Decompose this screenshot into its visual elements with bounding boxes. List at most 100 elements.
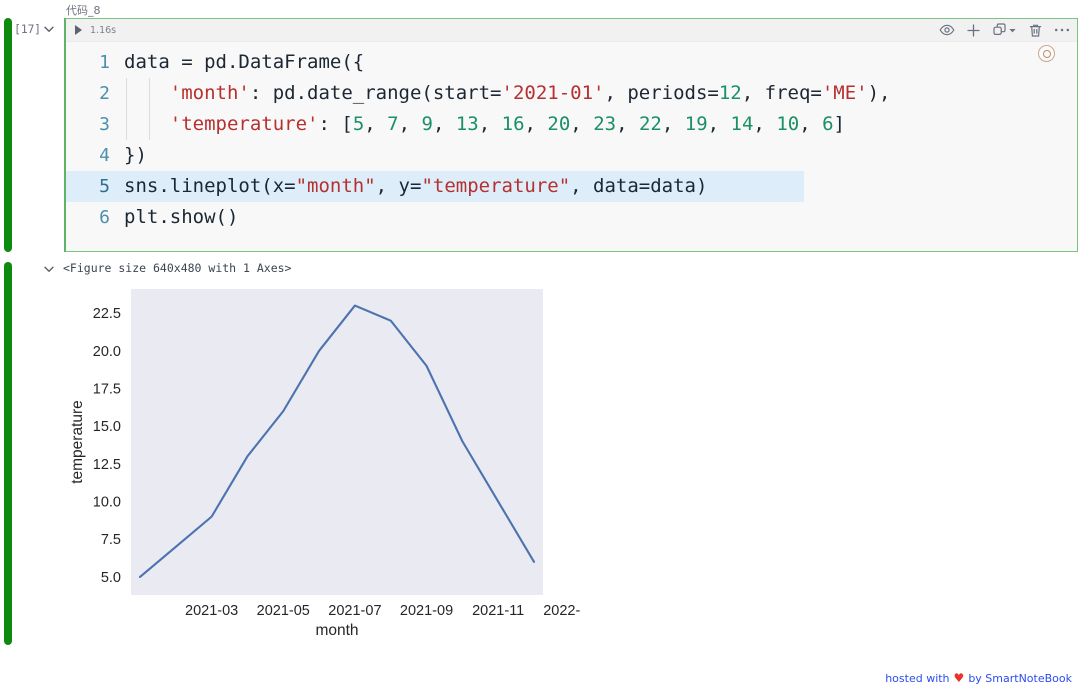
x-tick-label: 2021-11 — [472, 603, 524, 619]
code-token-num: 12 — [718, 82, 742, 104]
y-tick-label: 17.5 — [93, 381, 121, 397]
line-number: 4 — [99, 145, 110, 166]
indent-guide — [126, 78, 127, 109]
cell-toolbar — [939, 22, 1070, 38]
y-tick-label: 12.5 — [93, 457, 121, 473]
y-tick-label: 7.5 — [101, 532, 121, 548]
code-token-str: 'ME' — [821, 82, 868, 104]
code-line[interactable]: 4}) — [66, 140, 1077, 171]
line-number: 5 — [99, 176, 110, 197]
cell-input-rail — [4, 18, 12, 252]
code-token-plain: , freq= — [741, 82, 822, 104]
cell-runtime: 1.16s — [90, 25, 117, 36]
code-token-num: 20 — [547, 113, 571, 135]
code-token-num: 9 — [421, 113, 433, 135]
code-token-str: 'month' — [169, 82, 250, 104]
eye-icon[interactable] — [939, 22, 955, 38]
code-token-plain: , — [616, 113, 639, 135]
figure-output: 5.0 7.5 10.0 12.5 15.0 17.5 20.0 22.5 2021-03 202… — [60, 282, 580, 642]
code-token-num: 22 — [638, 113, 662, 135]
ellipsis-icon[interactable] — [1054, 27, 1070, 33]
x-tick-label: 2021-03 — [185, 603, 238, 619]
code-token-plain: , — [799, 113, 823, 135]
code-line[interactable]: 2 'month': pd.date_range(start='2021-01'… — [66, 78, 1077, 109]
cell-toolbar-strip: 1.16s — [66, 19, 1077, 42]
code-token-plain: , — [753, 113, 777, 135]
indent-guide — [126, 109, 127, 140]
y-axis-label: temperature — [69, 400, 86, 484]
code-token-num: 16 — [501, 113, 525, 135]
x-axis-label: month — [315, 622, 358, 639]
y-tick-label: 20.0 — [93, 344, 121, 360]
code-token-plain: }) — [124, 144, 147, 166]
x-tick-label: 2021-09 — [400, 603, 453, 619]
code-token-plain: sns.lineplot(x= — [124, 175, 296, 197]
line-number: 2 — [99, 83, 110, 104]
indent-guide — [149, 78, 150, 109]
code-token-plain: , periods= — [604, 82, 719, 104]
code-token-plain: , — [524, 113, 548, 135]
code-editor[interactable]: 1 data = pd.DataFrame({ 2 'month': pd.date… — [66, 42, 1077, 233]
play-icon[interactable] — [75, 25, 82, 35]
code-token-plain: plt.show() — [124, 206, 239, 228]
y-tick-label: 5.0 — [101, 570, 121, 586]
code-token-plain: , — [364, 113, 388, 135]
code-token-plain: , — [398, 113, 422, 135]
footer-credit: hosted with ♥ by SmartNoteBook — [885, 671, 1072, 685]
code-token-str: "month" — [295, 175, 376, 197]
code-token-num: 23 — [593, 113, 617, 135]
plus-icon[interactable] — [966, 23, 981, 38]
heart-icon: ♥ — [953, 671, 965, 685]
x-tick-label: 2022-01 — [543, 603, 580, 619]
code-token-plain: : [ — [318, 113, 353, 135]
code-line[interactable]: 6 plt.show() — [66, 202, 1077, 233]
code-token-str: "temperature" — [421, 175, 571, 197]
code-token-plain: , y= — [375, 175, 422, 197]
code-cell[interactable]: 1.16s 1 data = pd.DataFrame({2 'month':… — [64, 18, 1078, 252]
x-tick-label: 2021-05 — [257, 603, 310, 619]
code-token-num: 10 — [776, 113, 800, 135]
duplicate-icon[interactable] — [992, 22, 1007, 38]
line-number: 1 — [99, 52, 110, 73]
line-number: 6 — [99, 207, 110, 228]
code-token-plain: , — [432, 113, 456, 135]
notebook-page: [17] 代码_8 1.16s 1 data = pd.DataFrame({… — [0, 0, 1080, 689]
code-line[interactable]: 1 data = pd.DataFrame({ — [66, 47, 1077, 78]
footer-suffix: by SmartNoteBook — [968, 671, 1072, 685]
chevron-down-icon[interactable] — [42, 22, 56, 36]
code-token-num: 19 — [684, 113, 708, 135]
code-token-plain: , — [478, 113, 502, 135]
code-token-str: '2021-01' — [501, 82, 605, 104]
chevron-down-icon[interactable] — [1008, 26, 1017, 35]
y-tick-label: 22.5 — [93, 306, 121, 322]
code-token-plain: , data=data) — [570, 175, 708, 197]
trash-icon[interactable] — [1028, 23, 1043, 38]
output-collapse-chevron-down-icon[interactable] — [42, 262, 56, 276]
y-tick-label: 10.0 — [93, 495, 121, 511]
temperature-line-chart: 5.0 7.5 10.0 12.5 15.0 17.5 20.0 22.5 2021-03 202… — [69, 289, 580, 639]
x-tick-label: 2021-07 — [328, 603, 381, 619]
cell-output-rail — [4, 262, 12, 645]
code-token-str: 'temperature' — [169, 113, 319, 135]
code-token-plain: : pd.date_range(start= — [249, 82, 502, 104]
line-number: 3 — [99, 114, 110, 135]
code-token-plain: ] — [833, 113, 845, 135]
indent-guide — [149, 109, 150, 140]
code-token-plain: , — [707, 113, 731, 135]
plot-background — [131, 289, 543, 595]
footer-prefix: hosted with — [885, 671, 950, 685]
code-token-plain: data = pd.DataFrame({ — [124, 51, 365, 73]
code-token-num: 5 — [352, 113, 365, 135]
code-token-plain: , — [570, 113, 594, 135]
code-token-num: 14 — [730, 113, 754, 135]
code-line[interactable]: 5 sns.lineplot(x="month", y="temperature"… — [66, 171, 804, 202]
code-token-num: 7 — [387, 113, 399, 135]
code-line[interactable]: 3 'temperature': [5, 7, 9, 13, 16, 20, 2… — [66, 109, 1077, 140]
duplicate-control[interactable] — [992, 22, 1017, 38]
code-token-plain: ), — [867, 82, 891, 104]
code-token-plain: , — [661, 113, 685, 135]
execution-count: [17] — [14, 22, 41, 36]
cell-title: 代码_8 — [66, 4, 101, 17]
